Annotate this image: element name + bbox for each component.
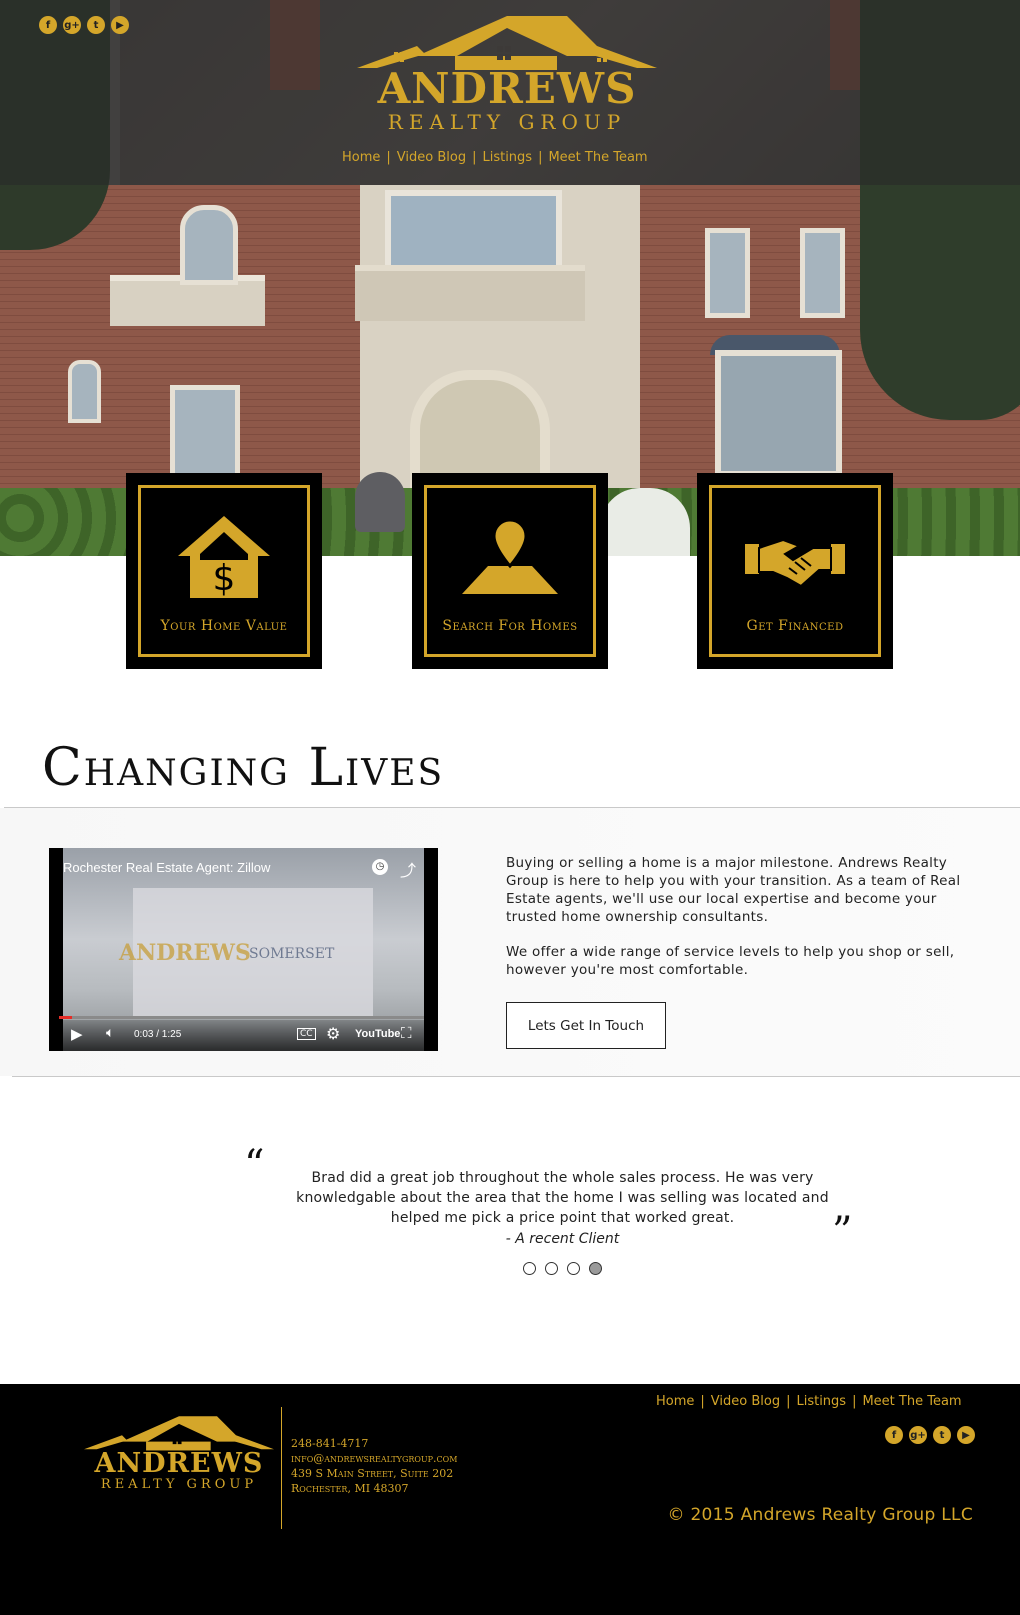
footer-address-line2: Rochester, MI 48307 [291,1482,409,1495]
get-in-touch-button[interactable]: Lets Get In Touch [506,1002,666,1049]
carousel-dot-2[interactable] [545,1262,558,1275]
testimonial-author: - A recent Client [505,1231,620,1247]
carousel-dot-3[interactable] [567,1262,580,1275]
nav-listings[interactable]: Listings [482,150,532,165]
footer-logo[interactable]: ANDREWS REALTY GROUP [84,1416,274,1491]
video-progress-fill [59,1016,72,1019]
footer-address-line1: 439 S Main Street, Suite 202 [291,1467,454,1480]
facebook-icon[interactable]: f [39,16,57,34]
feature-label: Your Home Value [160,618,288,634]
footer-social-icons: f g+ t ▶ [885,1426,975,1444]
video-overlay-logo: ANDREWS [119,940,251,966]
divider [12,1076,1020,1077]
youtube-icon[interactable]: ▶ [957,1426,975,1444]
facebook-icon[interactable]: f [885,1426,903,1444]
nav-video-blog[interactable]: Video Blog [711,1394,780,1409]
feature-label: Get Financed [746,618,844,634]
map-pin-icon [427,516,593,598]
carousel-dots [523,1262,602,1275]
nav-listings[interactable]: Listings [796,1394,846,1409]
settings-icon[interactable]: ⚙ [326,1024,340,1043]
feature-get-financed[interactable]: Get Financed [697,473,893,669]
open-quote-icon: “ [244,1142,265,1188]
roof-logo-icon [84,1416,274,1451]
nav-home[interactable]: Home [342,150,380,165]
youtube-logo[interactable]: YouTube [355,1028,400,1040]
handshake-icon [712,516,878,598]
svg-text:$: $ [213,558,236,598]
volume-icon[interactable]: 🔈︎ [106,1025,114,1041]
fullscreen-icon[interactable]: ⛶ [401,1024,412,1042]
intro-copy: Buying or selling a home is a major mile… [506,854,966,996]
header-social-icons: f g+ t ▶ [39,16,129,34]
nav-home[interactable]: Home [656,1394,694,1409]
video-overlay-partner: SOMERSET [249,946,335,962]
video-player[interactable]: ANDREWS SOMERSET Rochester Real Estate A… [49,848,438,1051]
footer-email[interactable]: info@andrewsrealtygroup.com [291,1451,457,1466]
copyright: © 2015 Andrews Realty Group LLC [667,1505,973,1525]
footer-divider [281,1407,282,1529]
nav-video-blog[interactable]: Video Blog [397,150,466,165]
watch-later-icon[interactable]: ◷ [372,859,388,875]
twitter-icon[interactable]: t [87,16,105,34]
header-nav: Home | Video Blog | Listings | Meet The … [342,150,648,165]
close-quote-icon: ” [832,1209,853,1255]
footer-contact: 248-841-4717 info@andrewsrealtygroup.com… [291,1436,457,1496]
carousel-dot-1[interactable] [523,1262,536,1275]
house-dollar-icon: $ [141,516,307,598]
nav-meet-the-team[interactable]: Meet The Team [548,150,647,165]
logo-name: ANDREWS [94,1448,264,1479]
video-time: 0:03 / 1:25 [134,1029,182,1040]
intro-paragraph: Buying or selling a home is a major mile… [506,855,961,925]
section-title: Changing Lives [42,738,445,798]
logo-subtitle: REALTY GROUP [100,1477,258,1492]
google-plus-icon[interactable]: g+ [909,1426,927,1444]
footer-nav: Home | Video Blog | Listings | Meet The … [656,1394,962,1409]
video-controls: ▶ 🔈︎ 0:03 / 1:25 CC ⚙ YouTube ⛶ [49,1020,438,1051]
footer-phone[interactable]: 248-841-4717 [291,1436,457,1451]
video-progress-bar[interactable] [59,1016,424,1019]
nav-meet-the-team[interactable]: Meet The Team [862,1394,961,1409]
play-icon[interactable]: ▶ [71,1025,83,1043]
testimonial-text: Brad did a great job throughout the whol… [296,1170,829,1226]
video-title[interactable]: Rochester Real Estate Agent: Zillow [63,860,270,875]
feature-label: Search For Homes [442,618,578,634]
logo-subtitle: REALTY GROUP [387,110,627,134]
share-icon[interactable]: ⤴ [400,857,416,881]
youtube-icon[interactable]: ▶ [111,16,129,34]
captions-icon[interactable]: CC [297,1028,316,1040]
twitter-icon[interactable]: t [933,1426,951,1444]
feature-your-home-value[interactable]: $ Your Home Value [126,473,322,669]
google-plus-icon[interactable]: g+ [63,16,81,34]
feature-search-for-homes[interactable]: Search For Homes [412,473,608,669]
intro-paragraph: We offer a wide range of service levels … [506,944,955,978]
logo-name: ANDREWS [377,64,637,113]
header-logo[interactable]: ANDREWS REALTY GROUP [357,16,657,132]
carousel-dot-4[interactable] [589,1262,602,1275]
